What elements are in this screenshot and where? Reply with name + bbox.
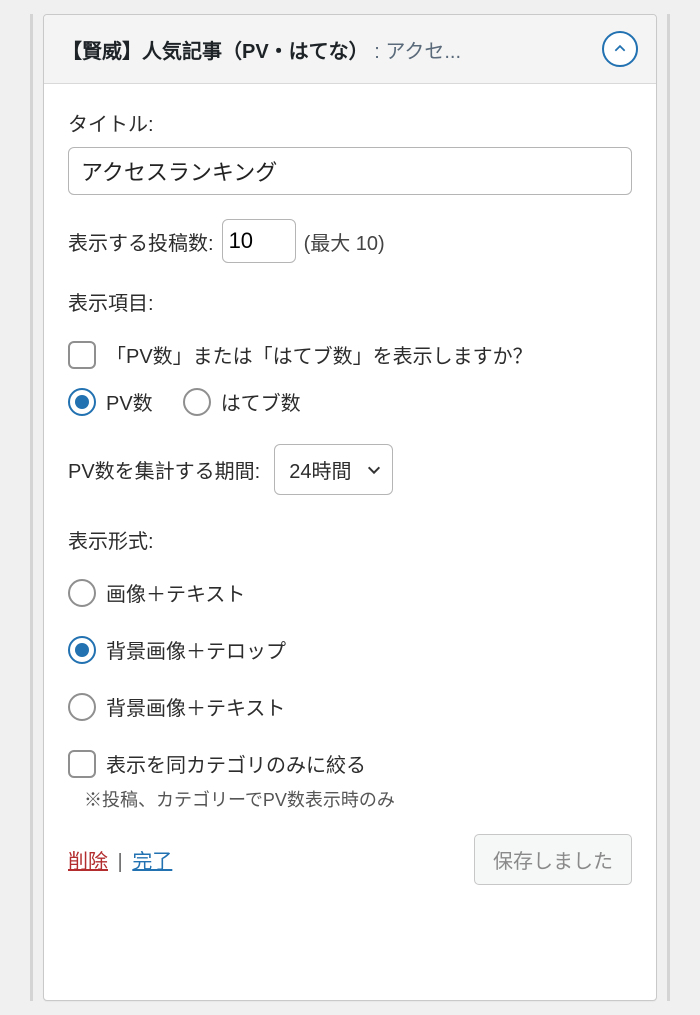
format-label: 表示形式: — [68, 525, 632, 554]
widget-header: 【賢威】人気記事（PV・はてな） : アクセ... — [44, 15, 656, 84]
chevron-down-icon — [366, 462, 382, 478]
widget-title: 【賢威】人気記事（PV・はてな） : アクセ... — [62, 35, 590, 64]
post-count-input[interactable] — [222, 219, 296, 263]
widget-body: タイトル: 表示する投稿数: (最大 10) 表示項目: 「PV数」または「はて… — [44, 84, 656, 1000]
chevron-up-icon — [613, 42, 627, 56]
same-category-hint: ※投稿、カテゴリーでPV数表示時のみ — [84, 786, 632, 812]
collapse-toggle-button[interactable] — [602, 31, 638, 67]
post-count-label: 表示する投稿数: — [68, 227, 214, 256]
format-radio-image-text[interactable] — [68, 579, 96, 607]
format-radio-bgimage-text[interactable] — [68, 693, 96, 721]
title-label: タイトル: — [68, 108, 632, 137]
widget-footer: 削除 | 完了 保存しました — [68, 830, 632, 885]
done-link[interactable]: 完了 — [132, 851, 172, 873]
same-category-checkbox[interactable] — [68, 750, 96, 778]
period-label: PV数を集計する期間: — [68, 455, 260, 484]
pv-radio-label: PV数 — [106, 387, 153, 416]
post-count-hint: (最大 10) — [304, 227, 385, 256]
saved-button: 保存しました — [474, 834, 632, 885]
widget-title-suffix: アクセ... — [385, 41, 461, 63]
hatebu-radio-label: はてブ数 — [221, 387, 301, 416]
show-count-label: 「PV数」または「はてブ数」を表示しますか？ — [106, 340, 533, 369]
delete-link[interactable]: 削除 — [68, 851, 108, 873]
widget-title-sep: : — [369, 41, 386, 63]
hatebu-radio[interactable] — [183, 388, 211, 416]
same-category-label: 表示を同カテゴリのみに絞る — [106, 749, 366, 778]
period-value: 24時間 — [289, 461, 351, 483]
widget-container: 【賢威】人気記事（PV・はてな） : アクセ... タイトル: 表示する投稿数:… — [43, 14, 657, 1001]
show-count-checkbox[interactable] — [68, 341, 96, 369]
display-items-label: 表示項目: — [68, 287, 632, 316]
widget-title-main: 【賢威】人気記事（PV・はてな） — [62, 41, 369, 63]
format-opt2-label: 背景画像＋テロップ — [106, 635, 286, 664]
format-opt3-label: 背景画像＋テキスト — [106, 692, 285, 721]
format-opt1-label: 画像＋テキスト — [106, 578, 245, 607]
pv-radio[interactable] — [68, 388, 96, 416]
footer-sep: | — [112, 851, 128, 873]
format-radio-bgimage-telop[interactable] — [68, 636, 96, 664]
period-select[interactable]: 24時間 — [274, 444, 392, 495]
title-input[interactable] — [68, 147, 632, 195]
